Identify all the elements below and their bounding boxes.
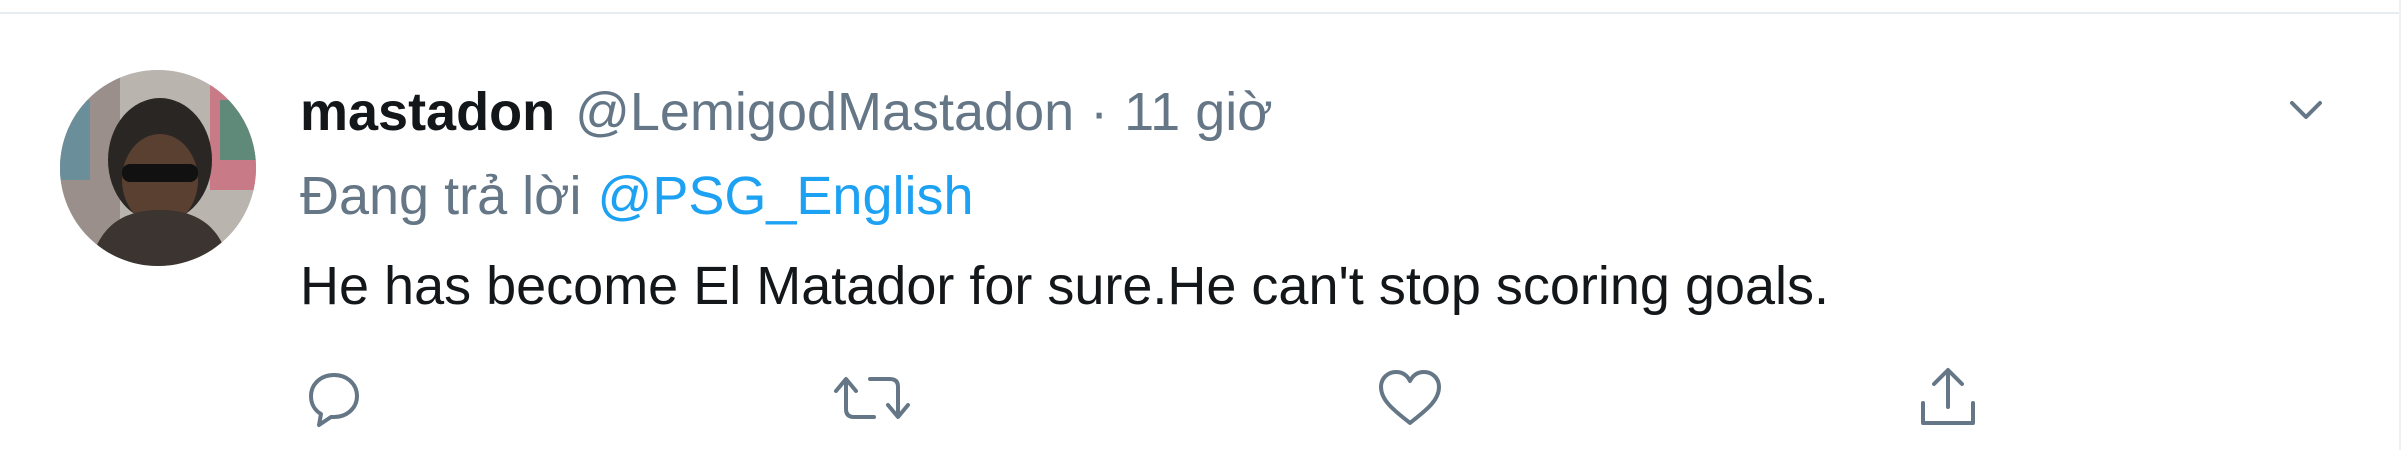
tweet-card[interactable]: mastadon @LemigodMastadon · 11 giờ Đang … [0, 14, 2401, 450]
heart-icon [1379, 370, 1441, 425]
top-divider [0, 0, 2401, 14]
reply-context: Đang trả lời @PSG_English [300, 156, 974, 236]
like-button[interactable] [1370, 358, 1450, 438]
reply-prefix: Đang trả lời [300, 166, 582, 226]
reply-button[interactable] [294, 358, 374, 438]
timestamp[interactable]: 11 giờ [1124, 72, 1273, 152]
tweet-header: mastadon @LemigodMastadon · 11 giờ [300, 72, 1273, 152]
chevron-down-icon [2290, 101, 2322, 119]
retweet-button[interactable] [832, 358, 912, 438]
share-button[interactable] [1908, 358, 1988, 438]
separator-dot: · [1090, 82, 1109, 142]
tweet-text: He has become El Matador for sure.He can… [300, 256, 1830, 316]
reply-to-link[interactable]: @PSG_English [598, 166, 974, 226]
retweet-icon [834, 377, 910, 419]
more-menu-button[interactable] [2278, 82, 2334, 138]
avatar[interactable] [60, 70, 256, 266]
reply-icon [309, 373, 359, 427]
tweet-page: mastadon @LemigodMastadon · 11 giờ Đang … [0, 0, 2401, 450]
tweet-actions [300, 358, 2060, 438]
avatar-image [60, 70, 256, 266]
display-name[interactable]: mastadon [300, 72, 555, 152]
user-handle[interactable]: @LemigodMastadon [575, 72, 1074, 152]
share-icon [1921, 368, 1975, 425]
